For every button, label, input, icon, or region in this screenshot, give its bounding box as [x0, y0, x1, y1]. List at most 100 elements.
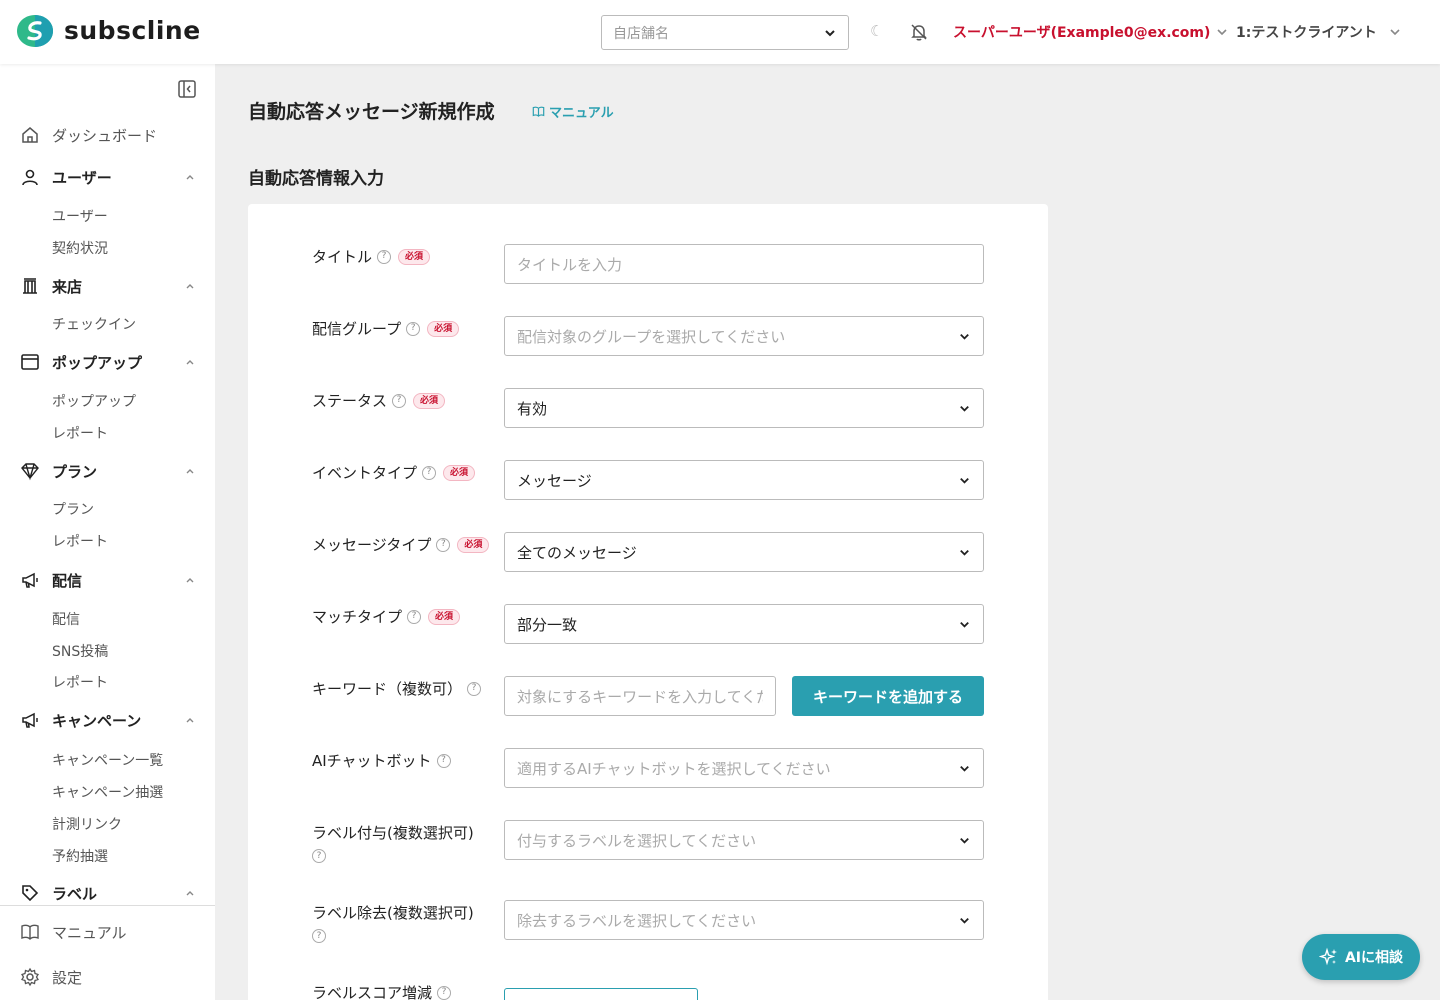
sidebar-group-popup[interactable]: ポップアップ — [20, 350, 195, 374]
sidebar-subitem-reservation-lottery[interactable]: 予約抽選 — [52, 846, 108, 866]
manual-link-label: マニュアル — [549, 106, 614, 121]
label-add-select[interactable]: 付与するラベルを選択してください — [504, 820, 984, 860]
manual-link[interactable]: マニュアル — [532, 102, 614, 121]
ai-consult-label: AIに相談 — [1344, 950, 1404, 966]
help-icon[interactable]: ? — [312, 849, 326, 863]
chevron-down-icon — [1390, 29, 1400, 36]
chevron-down-icon — [960, 549, 969, 556]
required-badge: 必須 — [413, 392, 446, 409]
sidebar-subitem-campaign-lottery[interactable]: キャンペーン抽選 — [52, 782, 163, 802]
label-text: ラベル付与(複数選択可) — [312, 824, 474, 842]
label-remove-select-placeholder: 除去するラベルを選択してください — [517, 911, 757, 930]
help-icon[interactable]: ? — [377, 249, 392, 264]
sidebar-group-campaign[interactable]: キャンペーン — [20, 708, 195, 732]
user-menu[interactable]: スーパーユーザ(Example0@ex.com) — [953, 22, 1228, 42]
group-select[interactable]: 配信対象のグループを選択してください — [504, 316, 984, 356]
label-text: ラベル除去(複数選択可) — [312, 904, 474, 922]
help-icon[interactable]: ? — [312, 929, 326, 943]
section-title: 自動応答情報入力 — [248, 169, 384, 189]
megaphone-icon — [22, 712, 38, 728]
help-icon[interactable]: ? — [436, 753, 451, 768]
ai-chatbot-select[interactable]: 適用するAIチャットボットを選択してください — [504, 748, 984, 788]
message-type-select[interactable]: 全てのメッセージ — [504, 532, 984, 572]
sidebar-subitem-popup[interactable]: ポップアップ — [52, 391, 136, 411]
sidebar-item-dashboard[interactable]: ダッシュボード — [20, 123, 195, 147]
label-text: メッセージタイプ — [312, 536, 432, 554]
sidebar-collapse-icon[interactable] — [177, 79, 197, 99]
sidebar-subitem-plan-report[interactable]: レポート — [52, 531, 108, 551]
sidebar-footer: マニュアル 設定 — [0, 905, 215, 1000]
help-icon[interactable]: ? — [392, 393, 407, 408]
sidebar-subitem-plan[interactable]: プラン — [52, 499, 94, 519]
sidebar-subitem-checkin[interactable]: チェックイン — [52, 314, 136, 334]
field-label-match-type: マッチタイプ ? 必須 — [312, 606, 461, 627]
field-label-ai-chatbot: AIチャットボット ? — [312, 750, 451, 771]
label-text: イベントタイプ — [312, 464, 418, 482]
help-icon[interactable]: ? — [437, 985, 452, 1000]
label-text: キーワード（複数可） — [312, 680, 463, 698]
sidebar-group-label: ラベル — [52, 884, 98, 903]
brand-logo[interactable]: subscline — [16, 14, 201, 48]
theme-toggle-moon-icon[interactable]: ☾ — [870, 22, 883, 40]
sparkle-icon — [1318, 947, 1337, 966]
client-menu[interactable]: 1:テストクライアント — [1236, 22, 1401, 42]
chevron-down-icon — [960, 333, 969, 340]
sidebar-group-label: プラン — [52, 462, 98, 481]
sidebar-group-plan[interactable]: プラン — [20, 459, 195, 483]
book-icon — [532, 106, 545, 117]
store-select[interactable]: 自店舗名 — [601, 15, 849, 50]
help-icon[interactable]: ? — [407, 609, 422, 624]
brand-name: subscline — [64, 16, 201, 45]
sidebar-item-label: マニュアル — [52, 923, 127, 942]
chevron-up-icon — [186, 175, 194, 180]
title-input[interactable]: タイトルを入力 — [504, 244, 984, 284]
label-remove-select[interactable]: 除去するラベルを選択してください — [504, 900, 984, 940]
event-type-select[interactable]: メッセージ — [504, 460, 984, 500]
status-select[interactable]: 有効 — [504, 388, 984, 428]
book-icon — [21, 924, 39, 940]
title-input-placeholder: タイトルを入力 — [517, 255, 623, 274]
user-icon — [22, 169, 38, 186]
sidebar-group-label[interactable]: ラベル — [20, 881, 195, 905]
sidebar-subitem-contracts[interactable]: 契約状況 — [52, 238, 108, 258]
sidebar-group-label: 来店 — [52, 277, 83, 296]
sidebar-item-label: ダッシュボード — [52, 126, 158, 145]
sidebar-item-settings[interactable]: 設定 — [20, 965, 195, 989]
sidebar-group-users[interactable]: ユーザー — [20, 165, 195, 189]
help-icon[interactable]: ? — [467, 681, 482, 696]
label-score-input[interactable] — [504, 988, 698, 1000]
sidebar-group-visit[interactable]: 来店 — [20, 274, 195, 298]
add-keyword-button[interactable]: キーワードを追加する — [792, 676, 984, 716]
chevron-up-icon — [186, 578, 194, 583]
chevron-down-icon — [960, 621, 969, 628]
help-icon[interactable]: ? — [422, 465, 437, 480]
sidebar-group-delivery[interactable]: 配信 — [20, 568, 195, 592]
sidebar-group-label: 配信 — [52, 571, 83, 590]
label-text: AIチャットボット — [312, 752, 432, 770]
chevron-up-icon — [186, 360, 194, 365]
chevron-down-icon — [960, 837, 969, 844]
sidebar-item-label: 設定 — [52, 968, 83, 987]
sidebar-item-manual[interactable]: マニュアル — [20, 920, 195, 944]
ai-consult-button[interactable]: AIに相談 — [1302, 934, 1420, 980]
sidebar-subitem-sns-post[interactable]: SNS投稿 — [52, 641, 108, 661]
sidebar-subitem-delivery-report[interactable]: レポート — [52, 672, 108, 692]
sidebar-subitem-users[interactable]: ユーザー — [52, 206, 108, 226]
field-label-status: ステータス ? 必須 — [312, 390, 446, 411]
keyword-input[interactable]: 対象にするキーワードを入力してください — [504, 676, 776, 716]
store-icon — [23, 278, 37, 294]
event-type-select-value: メッセージ — [517, 471, 592, 490]
sidebar-subitem-campaign-list[interactable]: キャンペーン一覧 — [52, 750, 163, 770]
field-label-message-type: メッセージタイプ ? 必須 — [312, 534, 490, 555]
sidebar-subitem-popup-report[interactable]: レポート — [52, 423, 108, 443]
chevron-down-icon — [825, 29, 835, 36]
store-select-placeholder: 自店舗名 — [613, 25, 669, 42]
match-type-select[interactable]: 部分一致 — [504, 604, 984, 644]
sidebar-subitem-tracking-link[interactable]: 計測リンク — [52, 814, 122, 834]
help-icon[interactable]: ? — [406, 321, 421, 336]
notification-off-bell-icon[interactable] — [909, 22, 929, 42]
sidebar-subitem-delivery[interactable]: 配信 — [52, 609, 80, 629]
ai-chatbot-select-placeholder: 適用するAIチャットボットを選択してください — [517, 759, 831, 778]
help-icon[interactable]: ? — [436, 537, 451, 552]
label-text: ラベルスコア増減 — [312, 984, 433, 1000]
